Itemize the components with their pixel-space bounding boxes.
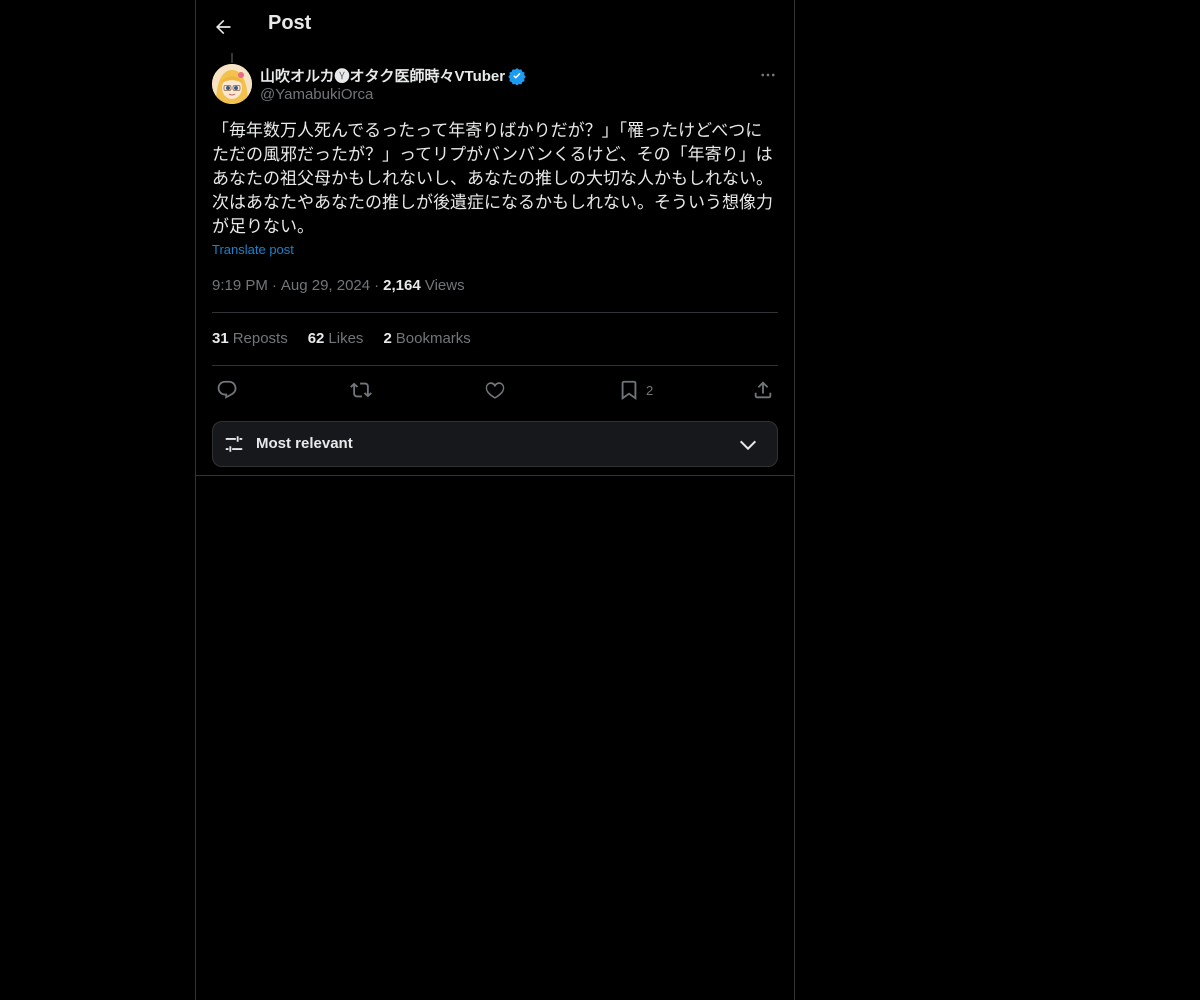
- reply-button[interactable]: [216, 378, 238, 402]
- bookmark-button[interactable]: 2: [618, 378, 653, 402]
- bookmarks-count: 2: [383, 330, 392, 347]
- views-label: Views: [424, 277, 465, 294]
- back-button[interactable]: [208, 10, 238, 44]
- more-dots-icon: [761, 73, 775, 77]
- share-button[interactable]: [752, 378, 774, 402]
- repost-button[interactable]: [350, 378, 372, 402]
- bookmarks-stat[interactable]: 2 Bookmarks: [383, 330, 470, 347]
- sort-selected-label: Most relevant: [256, 435, 353, 452]
- verified-badge-icon: [508, 67, 526, 85]
- reposts-label: Reposts: [232, 330, 288, 347]
- page-header: Post: [196, 0, 794, 53]
- bookmark-icon: [621, 380, 637, 400]
- translate-post-link[interactable]: Translate post: [212, 242, 294, 257]
- arrow-left-icon: [216, 19, 231, 35]
- reposts-count: 31: [212, 330, 229, 347]
- heart-icon: [485, 382, 505, 399]
- action-bar: 2: [212, 374, 778, 406]
- separator-dot: ·: [271, 277, 277, 294]
- post-metadata: 9:19 PM · Aug 29, 2024 · 2,164 Views: [212, 277, 465, 294]
- separator-dot: ·: [374, 277, 380, 294]
- engagement-stats: 31 Reposts 62 Likes 2 Bookmarks: [212, 330, 471, 347]
- post-date[interactable]: Aug 29, 2024: [281, 277, 370, 294]
- divider: [212, 312, 778, 313]
- thread-connector-line: [231, 53, 233, 63]
- more-options-button[interactable]: [756, 64, 780, 86]
- bookmark-count: 2: [646, 382, 654, 398]
- author-name[interactable]: 山吹オルカ🅨オタク医師時々VTuber: [260, 65, 526, 86]
- likes-count: 62: [307, 330, 325, 347]
- main-column: Post 山吹オルカ🅨オタク医師時々VTuber @YamabukiOrca 「…: [195, 0, 795, 1000]
- page-title: Post: [268, 12, 312, 34]
- views-count: 2,164: [383, 277, 421, 294]
- post-time[interactable]: 9:19 PM: [212, 277, 268, 294]
- share-icon: [754, 381, 772, 399]
- bookmarks-label: Bookmarks: [395, 330, 471, 347]
- like-button[interactable]: [484, 378, 506, 402]
- author-handle[interactable]: @YamabukiOrca: [260, 86, 373, 103]
- sliders-icon: [225, 436, 243, 452]
- likes-label: Likes: [328, 330, 364, 347]
- sort-replies-dropdown[interactable]: Most relevant: [212, 421, 778, 467]
- reposts-stat[interactable]: 31 Reposts: [212, 330, 288, 347]
- repost-icon: [350, 382, 372, 398]
- author-avatar[interactable]: [212, 64, 252, 104]
- avatar-illustration-icon: [212, 64, 252, 104]
- divider: [212, 365, 778, 366]
- author-name-text: 山吹オルカ🅨オタク医師時々VTuber: [260, 68, 506, 85]
- post-text: 「毎年数万人死んでるったって年寄りばかりだが？」「罹ったけどべつにただの風邪だっ…: [212, 121, 773, 236]
- reply-icon: [217, 380, 237, 399]
- likes-stat[interactable]: 62 Likes: [308, 330, 364, 347]
- chevron-down-icon: [739, 440, 757, 451]
- section-divider: [196, 475, 794, 476]
